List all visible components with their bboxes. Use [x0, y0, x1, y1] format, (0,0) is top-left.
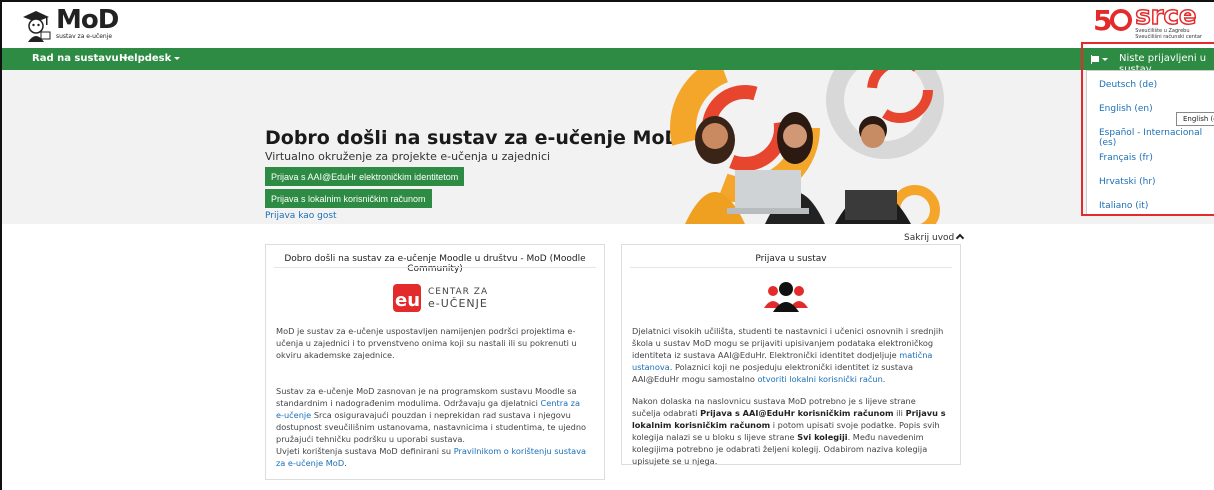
srce-50-anniversary-icon: 5 [1093, 4, 1133, 39]
srce-logo[interactable]: 5 srce Sveučilište u Zagrebu Sveučilišni… [1093, 1, 1202, 40]
lang-item-fr[interactable]: Français (fr) [1099, 153, 1153, 163]
logo-line-2: e-UČENJE [428, 296, 488, 310]
welcome-card: Dobro došli na sustav za e-učenje Moodle… [265, 244, 605, 480]
students-hero-image [670, 70, 944, 224]
card-divider [274, 267, 596, 268]
logo-subtitle: sustav za e-učenje [56, 33, 113, 40]
language-dropdown-menu: Deutsch (de) English (en) Español - Inte… [1086, 70, 1214, 216]
lang-item-it[interactable]: Italiano (it) [1099, 201, 1148, 211]
main-navbar: Rad na sustavu Helpdesk Niste prijavljen… [2, 48, 1214, 75]
nav-rad-na-sustavu[interactable]: Rad na sustavu [32, 53, 128, 64]
lang-item-hr[interactable]: Hrvatski (hr) [1099, 177, 1156, 187]
login-info-card-title: Prijava u sustav [755, 254, 827, 264]
logo-title: MoD [56, 5, 119, 35]
caret-down-icon [174, 56, 181, 60]
srce-wordmark: srce [1134, 1, 1197, 31]
nav-item-label: Helpdesk [119, 53, 172, 64]
graduate-mascot-icon [23, 11, 51, 42]
chevron-up-icon [956, 233, 965, 243]
open-local-account-link[interactable]: otvoriti lokalni korisnički račun [758, 374, 883, 384]
flag-icon [1091, 55, 1099, 64]
hide-intro-toggle[interactable]: Sakrij uvod [904, 233, 965, 243]
welcome-card-title: Dobro došli na sustav za e-učenje Moodle… [284, 254, 586, 274]
login-aai-button[interactable]: Prijava s AAI@EduHr elektroničkim identi… [265, 167, 465, 186]
welcome-paragraph-1: MoD je sustav za e-učenje uspostavljen n… [276, 326, 577, 360]
hero-banner: Dobro došli na sustav za e-učenje MoD Vi… [2, 70, 1214, 224]
lang-item-en[interactable]: English (en) [1099, 104, 1153, 114]
card-divider [630, 267, 952, 268]
centar-za-e-ucenje-logo: eu CENTAR ZA e-UČENJE [392, 283, 488, 313]
guest-login-link[interactable]: Prijava kao gost [265, 211, 337, 221]
login-info-card: Prijava u sustav Djelatnici visokih učil… [621, 244, 961, 466]
site-header: MoD sustav za e-učenje 5 srce Sveučilišt… [2, 2, 1214, 48]
svg-text:eu: eu [395, 290, 420, 311]
hide-intro-label: Sakrij uvod [904, 233, 955, 243]
login-info-paragraph-1: Djelatnici visokih učilišta, studenti te… [632, 326, 944, 384]
tooltip: English (en) [1176, 112, 1214, 126]
login-info-paragraph-2: Nakon dolaska na naslovnicu sustava MoD … [632, 396, 946, 466]
welcome-paragraph-3: Uvjeti korištenja sustava MoD definirani… [276, 446, 587, 468]
logo-line-1: CENTAR ZA [428, 286, 489, 297]
nav-helpdesk[interactable]: Helpdesk [119, 53, 181, 64]
hero-subtitle: Virtualno okruženje za projekte e-učenja… [265, 150, 551, 163]
lang-item-es[interactable]: Español - Internacional (es) [1099, 128, 1214, 148]
srce-subtitle-2: Sveučilišni računski centar [1135, 34, 1202, 40]
language-menu-toggle[interactable] [1087, 48, 1113, 70]
users-group-icon [764, 282, 808, 312]
caret-down-icon [1102, 58, 1108, 61]
lang-item-de[interactable]: Deutsch (de) [1099, 80, 1157, 90]
mod-logo[interactable]: MoD sustav za e-učenje [20, 5, 119, 44]
hero-title: Dobro došli na sustav za e-učenje MoD [265, 127, 681, 149]
centar-e-ucenje-icon: eu [393, 284, 421, 312]
svg-text:5: 5 [1093, 4, 1111, 34]
page: MoD sustav za e-učenje 5 srce Sveučilišt… [0, 0, 1214, 490]
nav-item-label: Rad na sustavu [32, 53, 119, 64]
login-local-button[interactable]: Prijava s lokalnim korisničkim računom [265, 189, 432, 208]
welcome-paragraph-2: Sustav za e-učenje MoD zasnovan je na pr… [276, 386, 587, 444]
